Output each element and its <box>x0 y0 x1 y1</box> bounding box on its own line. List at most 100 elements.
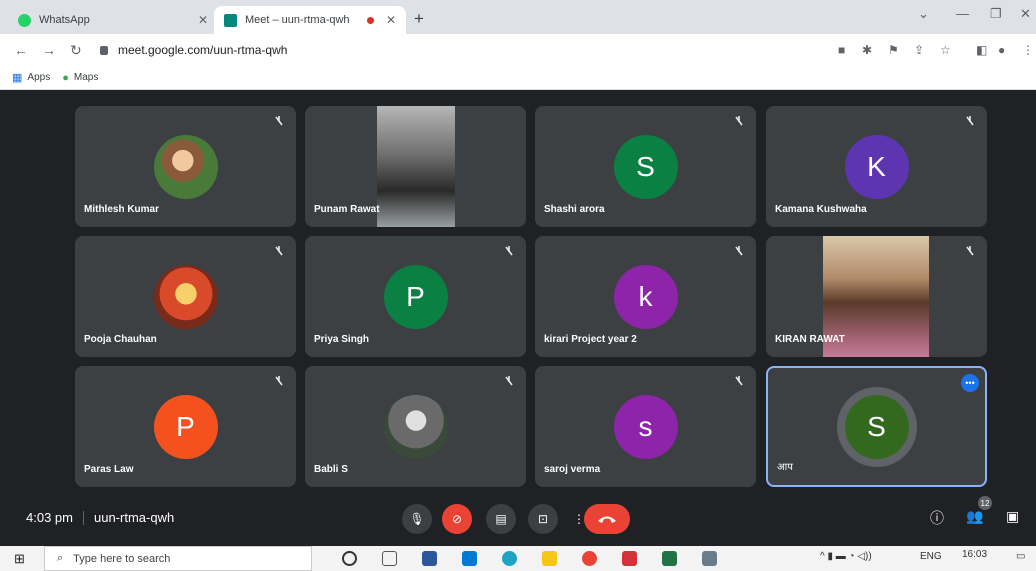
taskbar-search-input[interactable]: ⌕ Type here to search <box>44 546 312 571</box>
participant-tile[interactable]: Punam Rawat <box>305 106 526 227</box>
tray-icons[interactable]: ^ ▮ ▬ ◔ ◁)) <box>820 551 872 562</box>
participant-avatar: P <box>153 394 218 459</box>
sidepanel-icon[interactable]: ◧ <box>976 43 987 57</box>
participant-name: KIRAN RAWAT <box>775 334 845 345</box>
participant-count-badge: 12 <box>978 496 992 510</box>
calculator-icon[interactable] <box>702 551 717 566</box>
recording-icon <box>366 16 374 24</box>
lock-icon <box>100 45 108 55</box>
participant-avatar: K <box>844 134 909 199</box>
participant-tile[interactable]: P Paras Law <box>75 366 296 487</box>
participant-tile[interactable]: k kirari Project year 2 <box>535 236 756 357</box>
participant-name: Shashi arora <box>544 204 605 215</box>
self-avatar: S <box>844 394 909 459</box>
close-icon[interactable]: ✕ <box>386 13 396 27</box>
info-icon[interactable]: ⓘ <box>930 508 944 528</box>
meet-stage: Mithlesh Kumar Punam Rawat S Shashi aror… <box>0 90 1036 540</box>
translate-icon[interactable]: ⚑ <box>888 43 899 57</box>
media-app-icon[interactable] <box>622 551 637 566</box>
participant-tile[interactable]: S Shashi arora <box>535 106 756 227</box>
mic-off-icon <box>966 246 974 256</box>
restore-icon[interactable]: ❐ <box>990 6 1002 22</box>
mic-off-icon <box>966 116 974 126</box>
meeting-time: 4:03 pm <box>26 510 73 525</box>
minimize-icon[interactable]: — <box>956 6 969 21</box>
maps-pin-icon: ● <box>62 71 69 84</box>
excel-icon[interactable] <box>662 551 677 566</box>
participant-tile[interactable]: Babli S <box>305 366 526 487</box>
participant-avatar: k <box>613 264 678 329</box>
participant-name: Kamana Kushwaha <box>775 204 867 215</box>
mic-off-icon <box>275 376 283 386</box>
search-icon: ⌕ <box>57 552 64 564</box>
address-bar: ← → ↻ meet.google.com/uun-rtma-qwh ■ ✱ ⚑… <box>0 34 1036 66</box>
participant-tile[interactable]: P Priya Singh <box>305 236 526 357</box>
self-name: आप <box>777 462 793 473</box>
bookmark-apps[interactable]: ▦ Apps <box>12 71 50 84</box>
menu-icon[interactable]: ⋮ <box>1022 43 1034 57</box>
outlook-icon[interactable] <box>462 551 477 566</box>
mic-off-icon <box>275 246 283 256</box>
participant-tile[interactable]: Pooja Chauhan <box>75 236 296 357</box>
chrome-icon[interactable] <box>582 551 597 566</box>
participant-tile[interactable]: s saroj verma <box>535 366 756 487</box>
captions-button[interactable]: ▤ <box>486 504 516 534</box>
camera-off-button[interactable]: ⊘ <box>442 504 472 534</box>
mic-button[interactable]: 🎙 <box>402 504 432 534</box>
profile-icon[interactable]: ● <box>998 43 1005 57</box>
taskbar-clock[interactable]: 16:03 <box>962 549 987 560</box>
tab-title: Meet – uun-rtma-qwh <box>245 14 350 26</box>
close-icon[interactable]: ✕ <box>198 13 208 27</box>
participant-name: Pooja Chauhan <box>84 334 157 345</box>
participant-photo <box>383 394 448 459</box>
browser-tab-bar: WhatsApp ✕ Meet – uun-rtma-qwh ✕ + ⌄ — ❐… <box>0 0 1036 34</box>
back-icon[interactable]: ← <box>14 42 28 58</box>
meet-control-bar: 4:03 pm uun-rtma-qwh 🎙 ⊘ ▤ ⊡ ⋮ ⓘ 👥 12 ▣ <box>0 496 1036 540</box>
meeting-info: 4:03 pm uun-rtma-qwh <box>26 510 174 525</box>
file-explorer-icon[interactable] <box>542 551 557 566</box>
hangup-icon <box>598 516 616 523</box>
leave-call-button[interactable] <box>584 504 630 534</box>
edge-icon[interactable] <box>502 551 517 566</box>
participant-name: Babli S <box>314 464 348 475</box>
star-icon[interactable]: ☆ <box>940 43 951 57</box>
language-indicator[interactable]: ENG <box>920 551 942 562</box>
participant-tile[interactable]: Mithlesh Kumar <box>75 106 296 227</box>
participant-video <box>377 106 455 227</box>
people-icon[interactable]: 👥 <box>966 508 983 525</box>
task-view-icon[interactable] <box>382 551 397 566</box>
participant-avatar: S <box>613 134 678 199</box>
participant-name: Priya Singh <box>314 334 370 345</box>
url-input[interactable]: meet.google.com/uun-rtma-qwh <box>100 38 820 62</box>
mic-off-icon <box>735 376 743 386</box>
more-options-icon[interactable]: ••• <box>961 374 979 392</box>
divider <box>82 510 84 525</box>
participant-tile[interactable]: KIRAN RAWAT <box>766 236 987 357</box>
word-icon[interactable] <box>422 551 437 566</box>
window-close-icon[interactable]: ✕ <box>1020 6 1031 22</box>
participant-photo <box>153 134 218 199</box>
participant-tile[interactable]: K Kamana Kushwaha <box>766 106 987 227</box>
self-tile[interactable]: S ••• आप <box>766 366 987 487</box>
reload-icon[interactable]: ↻ <box>70 42 82 59</box>
tab-whatsapp[interactable]: WhatsApp ✕ <box>8 6 218 34</box>
chat-icon[interactable]: ▣ <box>1006 508 1019 525</box>
mic-off-icon <box>505 376 513 386</box>
bookmark-maps[interactable]: ● Maps <box>62 72 98 84</box>
mic-blocked-icon[interactable]: ✱ <box>862 43 872 57</box>
forward-icon[interactable]: → <box>42 42 56 58</box>
windows-start-icon[interactable]: ⊞ <box>14 551 25 567</box>
camera-icon[interactable]: ■ <box>838 43 845 57</box>
participant-name: kirari Project year 2 <box>544 334 637 345</box>
mic-off-icon <box>275 116 283 126</box>
cortana-icon[interactable] <box>342 551 357 566</box>
present-button[interactable]: ⊡ <box>528 504 558 534</box>
apps-grid-icon: ▦ <box>12 72 23 84</box>
new-tab-button[interactable]: + <box>414 9 424 29</box>
meeting-code: uun-rtma-qwh <box>93 510 175 525</box>
notifications-icon[interactable]: ▭ <box>1016 551 1025 562</box>
meet-icon <box>224 13 237 27</box>
share-icon[interactable]: ⇪ <box>914 43 924 57</box>
tab-meet[interactable]: Meet – uun-rtma-qwh ✕ <box>214 6 406 34</box>
tab-search-icon[interactable]: ⌄ <box>918 6 929 22</box>
